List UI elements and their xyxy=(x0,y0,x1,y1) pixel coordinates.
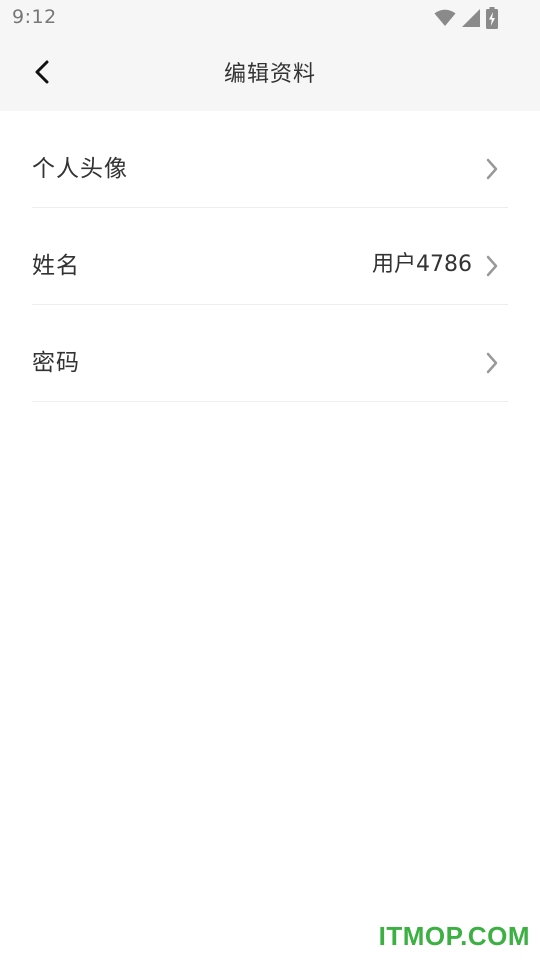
status-bar: 9:12 xyxy=(0,0,540,36)
page-title: 编辑资料 xyxy=(223,62,316,87)
app-header: 编辑资料 xyxy=(0,36,540,111)
status-time: 9:12 xyxy=(12,6,57,28)
profile-settings-list: 个人头像 姓名 用户4786 密码 xyxy=(0,111,540,402)
wifi-icon xyxy=(434,9,456,27)
signal-icon xyxy=(461,8,481,28)
name-label: 姓名 xyxy=(32,253,80,279)
avatar-row[interactable]: 个人头像 xyxy=(32,111,508,208)
watermark: ITMOP.COM xyxy=(378,921,530,951)
avatar-label: 个人头像 xyxy=(32,156,128,182)
password-row[interactable]: 密码 xyxy=(32,305,508,402)
chevron-right-icon xyxy=(484,254,500,278)
chevron-right-icon xyxy=(484,157,500,181)
name-row[interactable]: 姓名 用户4786 xyxy=(32,208,508,305)
name-value: 用户4786 xyxy=(372,252,472,277)
password-label: 密码 xyxy=(32,350,80,376)
chevron-right-icon xyxy=(484,351,500,375)
battery-charging-icon xyxy=(486,7,498,29)
status-icons xyxy=(434,7,498,29)
